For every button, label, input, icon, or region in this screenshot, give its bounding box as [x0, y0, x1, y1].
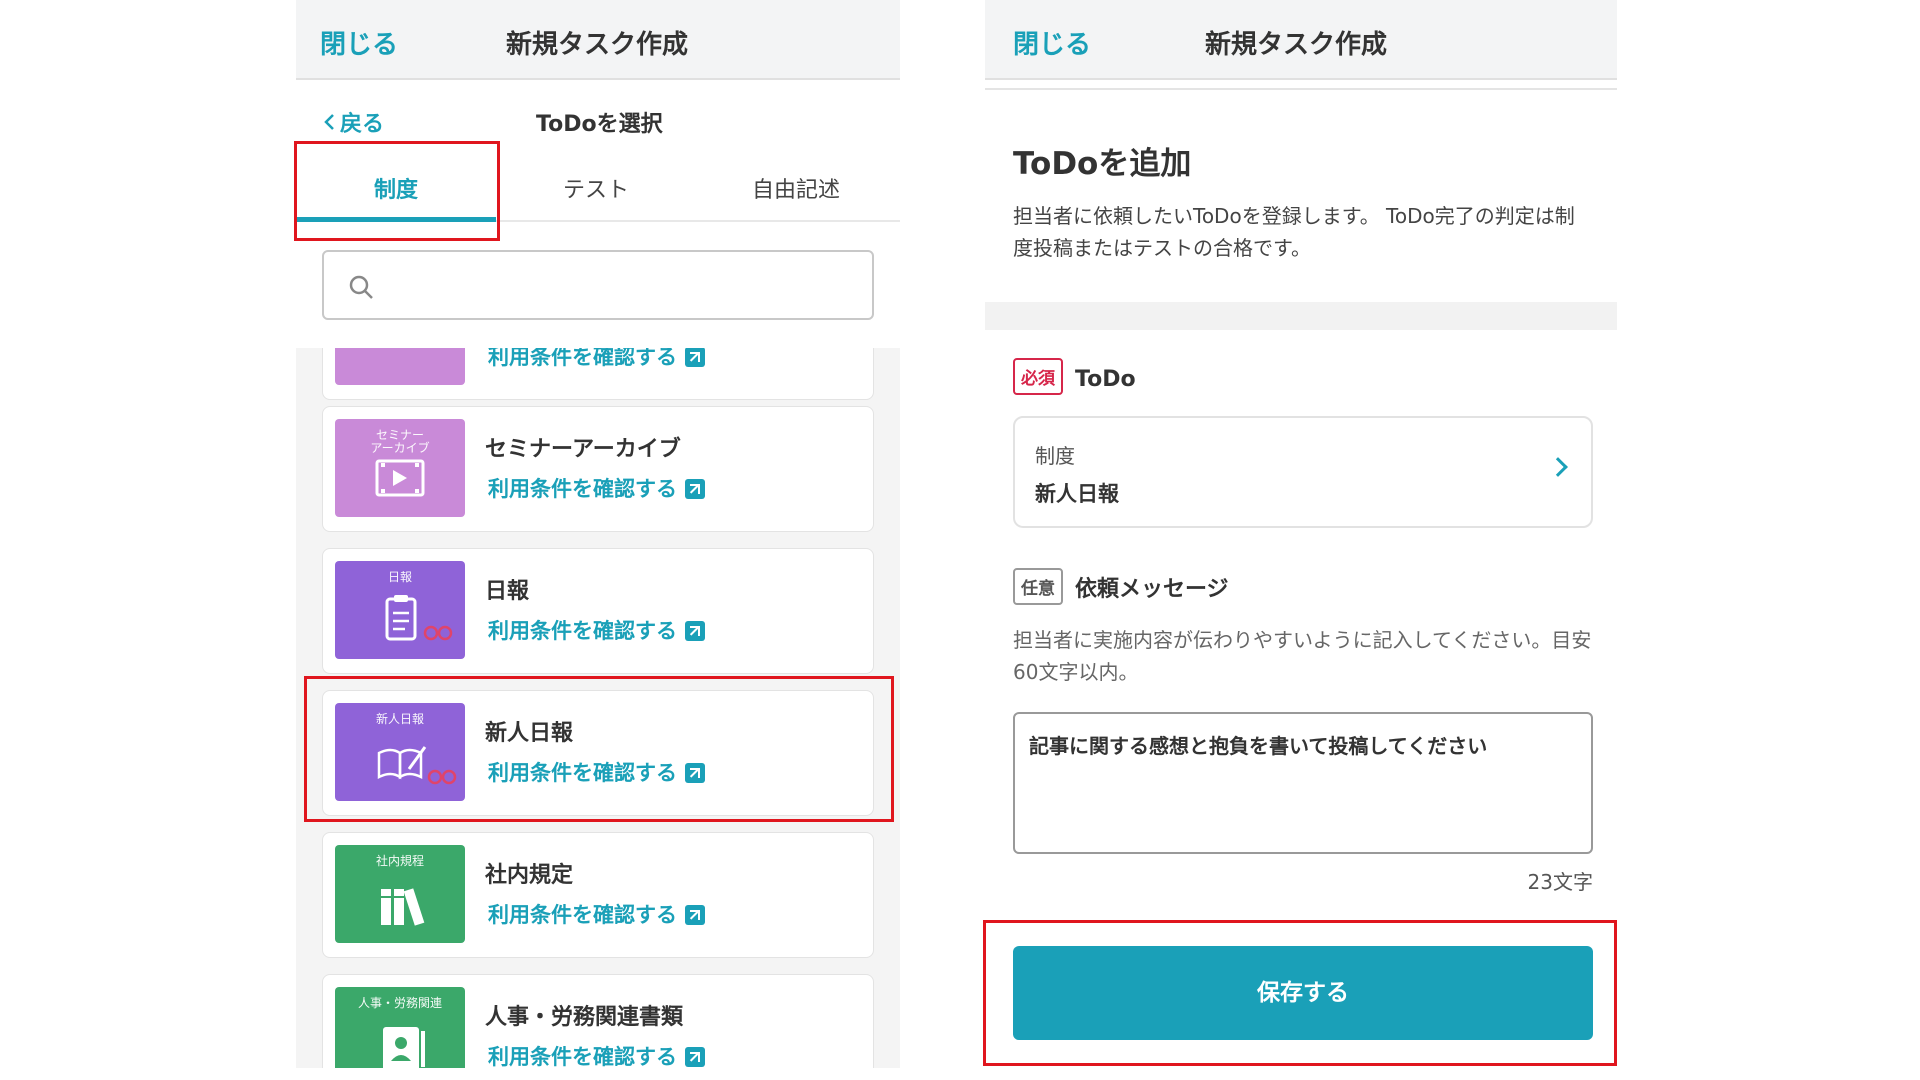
todo-field-label: 必須 ToDo [1013, 358, 1136, 395]
terms-link-label: 利用条件を確認する [488, 903, 677, 927]
item-title: 新人日報 [485, 721, 574, 746]
thumbnail: 人事・労務関連 [335, 987, 465, 1068]
page-title: 新規タスク作成 [506, 30, 689, 60]
thumbnail-label: セミナー アーカイブ [370, 428, 430, 455]
thumbnail-label: 人事・労務関連 [357, 996, 442, 1010]
field-label: 依頼メッセージ [1075, 577, 1229, 602]
section-description: 担当者に依頼したいToDoを登録します。 ToDo完了の判定は制度投稿またはテス… [1013, 204, 1575, 260]
terms-link-label: 利用条件を確認する [488, 619, 677, 643]
external-link-icon [685, 479, 705, 499]
thumbnail-label: 日報 [387, 570, 412, 584]
terms-link-label: 利用条件を確認する [488, 761, 677, 785]
divider [985, 88, 1617, 90]
thumbnail: セミナー アーカイブ [335, 419, 465, 517]
tab-label: 制度 [373, 178, 418, 203]
tab-bar: 制度 テスト 自由記述 [296, 148, 900, 222]
todo-select-panel: 閉じる 新規タスク作成 戻る ToDoを選択 制度 テスト 自由記述 利用条件を… [296, 0, 900, 1068]
selected-category: 制度 [1035, 444, 1075, 468]
item-title: セミナーアーカイブ [485, 437, 681, 462]
required-badge: 必須 [1013, 358, 1063, 395]
list-item-selected[interactable]: 新人日報 新人日報 利用条件を確認する [322, 690, 874, 816]
message-hint: 担当者に実施内容が伝わりやすいように記入してください。目安60文字以内。 [1013, 628, 1592, 684]
header-bar: 閉じる 新規タスク作成 [296, 0, 900, 80]
list-item[interactable]: 利用条件を確認する [322, 348, 874, 400]
thumbnail: 日報 [335, 561, 465, 659]
field-label: ToDo [1075, 367, 1136, 392]
terms-link-label: 利用条件を確認する [488, 477, 677, 501]
back-button[interactable]: 戻る [322, 106, 384, 138]
terms-link[interactable]: 利用条件を確認する [488, 473, 705, 503]
header-bar: 閉じる 新規タスク作成 [985, 0, 1617, 80]
todo-list: 利用条件を確認する セミナー アーカイブ セミナーアーカイブ 利用条件を確認する [296, 348, 900, 1068]
tab-free-text[interactable]: 自由記述 [696, 172, 896, 204]
external-link-icon [685, 348, 705, 367]
list-item[interactable]: 日報 日報 利用条件を確認する [322, 548, 874, 674]
character-count: 23文字 [1527, 870, 1593, 894]
tab-label: テスト [562, 178, 629, 203]
subtitle: ToDoを選択 [536, 112, 663, 137]
active-tab-indicator [296, 217, 496, 222]
thumbnail-label: 社内規程 [375, 854, 424, 868]
todo-add-panel: 閉じる 新規タスク作成 ToDoを追加 担当者に依頼したいToDoを登録します。… [985, 0, 1617, 1068]
list-item[interactable]: 社内規程 社内規定 利用条件を確認する [322, 832, 874, 958]
thumbnail-label: 新人日報 [375, 712, 424, 726]
page-title: 新規タスク作成 [1205, 30, 1388, 60]
external-link-icon [685, 763, 705, 783]
close-button[interactable]: 閉じる [320, 24, 398, 61]
thumbnail: 新人日報 [335, 703, 465, 801]
divider-band [985, 302, 1617, 330]
item-title: 人事・労務関連書類 [485, 1005, 684, 1030]
list-item[interactable]: 人事・労務関連 人事・労務関連書類 利用条件を確認する [322, 974, 874, 1068]
terms-link[interactable]: 利用条件を確認する [488, 757, 705, 787]
terms-link[interactable]: 利用条件を確認する [488, 1041, 705, 1068]
selected-todo: 新人日報 [1035, 482, 1119, 506]
search-input[interactable] [322, 250, 874, 320]
terms-link-label: 利用条件を確認する [488, 1045, 677, 1068]
terms-link-label: 利用条件を確認する [488, 348, 677, 369]
external-link-icon [685, 621, 705, 641]
optional-badge: 任意 [1013, 568, 1063, 605]
tab-seido[interactable]: 制度 [296, 172, 496, 204]
message-field-label: 任意 依頼メッセージ [1013, 568, 1229, 605]
save-button[interactable]: 保存する [1013, 946, 1593, 1040]
message-textarea[interactable]: 記事に関する感想と抱負を書いて投稿してください [1013, 712, 1593, 854]
terms-link[interactable]: 利用条件を確認する [488, 899, 705, 929]
terms-link[interactable]: 利用条件を確認する [488, 615, 705, 645]
item-title: 社内規定 [485, 863, 574, 888]
todo-selector[interactable]: 制度 新人日報 [1013, 416, 1593, 528]
subheader: 戻る ToDoを選択 [296, 82, 900, 140]
tab-test[interactable]: テスト [496, 172, 696, 204]
external-link-icon [685, 905, 705, 925]
thumbnail [335, 348, 465, 385]
terms-link[interactable]: 利用条件を確認する [488, 348, 705, 371]
close-button[interactable]: 閉じる [1013, 24, 1091, 61]
item-title: 日報 [485, 579, 530, 604]
back-label: 戻る [340, 112, 385, 137]
search-icon [348, 274, 374, 300]
thumbnail: 社内規程 [335, 845, 465, 943]
chevron-left-icon [322, 112, 336, 137]
section-heading: ToDoを追加 [1013, 146, 1192, 182]
external-link-icon [685, 1047, 705, 1067]
list-item[interactable]: セミナー アーカイブ セミナーアーカイブ 利用条件を確認する [322, 406, 874, 532]
tab-label: 自由記述 [751, 178, 840, 203]
chevron-right-icon [1548, 457, 1568, 477]
